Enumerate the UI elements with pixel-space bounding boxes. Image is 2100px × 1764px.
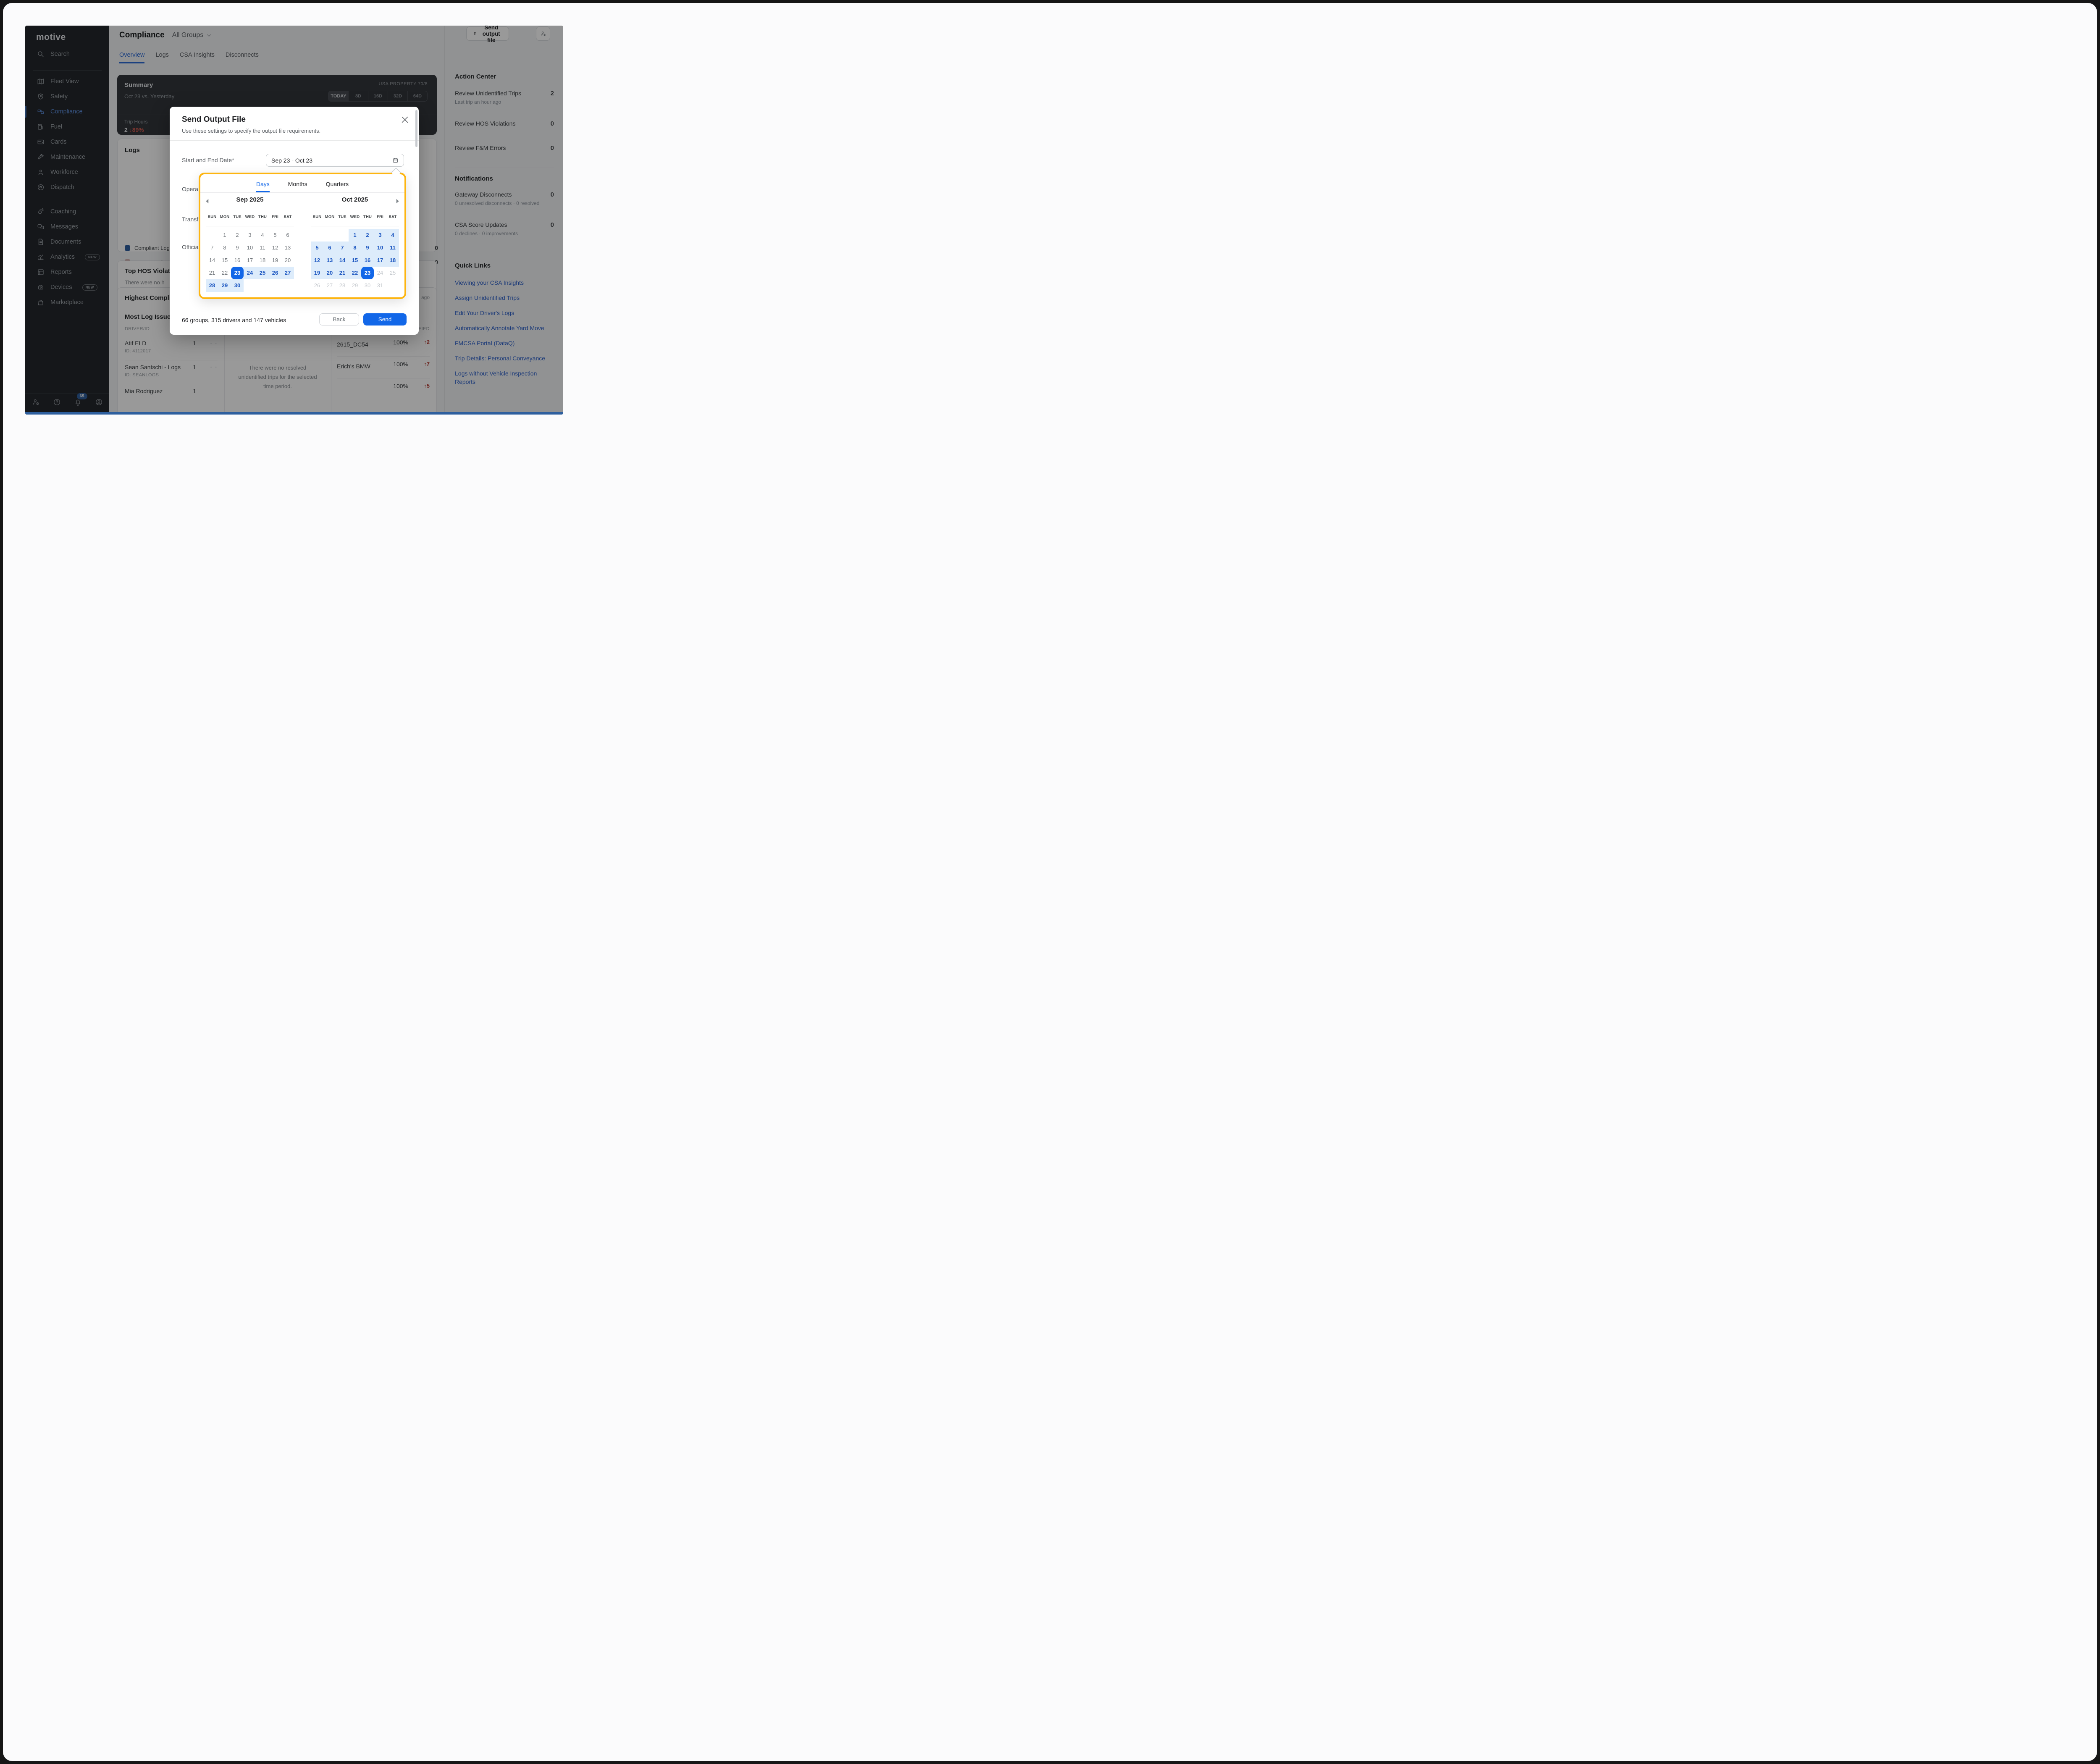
- back-button[interactable]: Back: [319, 313, 359, 326]
- calendar-mode-tabs: Days Months Quarters: [200, 177, 404, 193]
- day-cell[interactable]: 24: [244, 267, 256, 279]
- day-cell[interactable]: [311, 229, 323, 242]
- close-icon[interactable]: [400, 115, 410, 124]
- day-cell[interactable]: [336, 229, 349, 242]
- day-grid: 1234567891011121314151617181920212224252…: [206, 229, 294, 292]
- day-cell[interactable]: [256, 279, 269, 292]
- calendar-icon: [392, 157, 399, 163]
- day-cell[interactable]: 20: [323, 267, 336, 279]
- modal-scrollbar[interactable]: [415, 110, 417, 147]
- day-cell[interactable]: 11: [256, 242, 269, 254]
- day-cell[interactable]: 10: [374, 242, 386, 254]
- day-cell[interactable]: 5: [311, 242, 323, 254]
- day-cell[interactable]: 18: [256, 254, 269, 267]
- day-cell[interactable]: 2: [231, 229, 244, 242]
- day-cell[interactable]: 7: [336, 242, 349, 254]
- day-cell[interactable]: 17: [374, 254, 386, 267]
- send-output-file-modal: Send Output File Use these settings to s…: [170, 107, 419, 335]
- day-cell[interactable]: 28: [206, 279, 218, 292]
- day-cell[interactable]: 27: [281, 267, 294, 279]
- calendar-tab[interactable]: Quarters: [326, 177, 349, 192]
- bottom-accent-bar: [25, 412, 563, 415]
- day-cell[interactable]: 7: [206, 242, 218, 254]
- day-cell[interactable]: 27: [323, 279, 336, 292]
- day-cell[interactable]: 8: [218, 242, 231, 254]
- day-of-week-header: SUNMONTUEWEDTHUFRISAT: [311, 215, 399, 219]
- day-cell[interactable]: [361, 267, 374, 279]
- day-cell[interactable]: 26: [269, 267, 281, 279]
- day-cell[interactable]: 13: [281, 242, 294, 254]
- day-cell[interactable]: 3: [374, 229, 386, 242]
- day-cell[interactable]: 16: [361, 254, 374, 267]
- day-cell[interactable]: [206, 229, 218, 242]
- day-cell[interactable]: [231, 267, 244, 279]
- day-cell[interactable]: 9: [361, 242, 374, 254]
- date-range-label: Start and End Date*: [182, 157, 234, 163]
- month-title: Oct 2025: [311, 196, 399, 203]
- calendar-tab[interactable]: Days: [256, 177, 270, 192]
- day-cell[interactable]: 22: [218, 267, 231, 279]
- day-cell[interactable]: [269, 279, 281, 292]
- day-cell[interactable]: 12: [269, 242, 281, 254]
- occluded-field-label: Opera: [182, 186, 198, 192]
- day-cell[interactable]: 22: [349, 267, 361, 279]
- month-title: Sep 2025: [206, 196, 294, 203]
- day-cell[interactable]: 29: [349, 279, 361, 292]
- modal-title: Send Output File: [182, 115, 246, 124]
- day-cell[interactable]: 13: [323, 254, 336, 267]
- screen: motive Search Fleet View Safety: [3, 3, 2097, 1761]
- day-cell[interactable]: [386, 279, 399, 292]
- day-cell[interactable]: 21: [336, 267, 349, 279]
- day-cell[interactable]: 15: [349, 254, 361, 267]
- day-cell[interactable]: 28: [336, 279, 349, 292]
- day-cell[interactable]: 29: [218, 279, 231, 292]
- day-cell[interactable]: 30: [361, 279, 374, 292]
- day-cell[interactable]: 10: [244, 242, 256, 254]
- occluded-field-label: Officia: [182, 244, 198, 250]
- day-cell[interactable]: [244, 279, 256, 292]
- day-cell[interactable]: 8: [349, 242, 361, 254]
- day-cell[interactable]: 6: [281, 229, 294, 242]
- send-button[interactable]: Send: [363, 313, 407, 326]
- day-cell[interactable]: 26: [311, 279, 323, 292]
- day-cell[interactable]: 9: [231, 242, 244, 254]
- modal-subtitle: Use these settings to specify the output…: [182, 128, 320, 134]
- day-cell[interactable]: 14: [206, 254, 218, 267]
- day-cell[interactable]: 31: [374, 279, 386, 292]
- day-cell[interactable]: 25: [386, 267, 399, 279]
- day-cell[interactable]: [323, 229, 336, 242]
- day-cell[interactable]: 19: [311, 267, 323, 279]
- day-grid: 1234567891011121314151617181920212224252…: [311, 229, 399, 292]
- day-cell[interactable]: 20: [281, 254, 294, 267]
- calendar-month: Sep 2025 SUNMONTUEWEDTHUFRISAT 123456789…: [206, 196, 294, 203]
- day-cell[interactable]: 5: [269, 229, 281, 242]
- date-range-input[interactable]: Sep 23 - Oct 23: [266, 154, 404, 167]
- day-cell[interactable]: 14: [336, 254, 349, 267]
- day-cell[interactable]: 19: [269, 254, 281, 267]
- day-cell[interactable]: 17: [244, 254, 256, 267]
- day-cell[interactable]: 1: [218, 229, 231, 242]
- day-cell[interactable]: 6: [323, 242, 336, 254]
- calendar-tab[interactable]: Months: [288, 177, 307, 192]
- day-cell[interactable]: 1: [349, 229, 361, 242]
- day-cell[interactable]: 24: [374, 267, 386, 279]
- day-cell[interactable]: 3: [244, 229, 256, 242]
- day-cell[interactable]: 25: [256, 267, 269, 279]
- day-cell[interactable]: 18: [386, 254, 399, 267]
- day-cell[interactable]: 2: [361, 229, 374, 242]
- selection-summary: 66 groups, 315 drivers and 147 vehicles: [182, 317, 286, 323]
- day-cell[interactable]: 4: [386, 229, 399, 242]
- day-cell[interactable]: 15: [218, 254, 231, 267]
- day-cell[interactable]: 12: [311, 254, 323, 267]
- date-picker-popup: Days Months Quarters Sep 2025 SUNMONTUEWED…: [199, 173, 406, 299]
- day-cell[interactable]: 16: [231, 254, 244, 267]
- day-of-week-header: SUNMONTUEWEDTHUFRISAT: [206, 215, 294, 219]
- occluded-field-label: Transf: [182, 216, 198, 223]
- day-cell[interactable]: 21: [206, 267, 218, 279]
- day-cell[interactable]: 30: [231, 279, 244, 292]
- day-cell[interactable]: 4: [256, 229, 269, 242]
- day-cell[interactable]: [281, 279, 294, 292]
- day-cell[interactable]: 11: [386, 242, 399, 254]
- calendar-month: Oct 2025 SUNMONTUEWEDTHUFRISAT 123456789…: [311, 196, 399, 203]
